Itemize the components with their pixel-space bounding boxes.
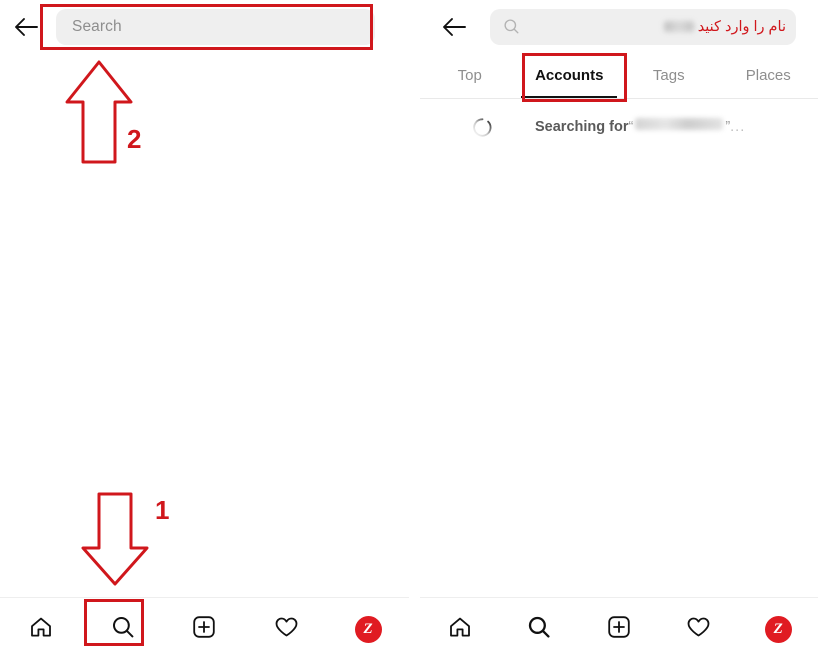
loading-spinner-icon bbox=[472, 117, 493, 138]
tab-top[interactable]: Top bbox=[420, 53, 520, 98]
searching-label: Searching for “ ” ... bbox=[535, 118, 746, 135]
annotation-number-1: 1 bbox=[155, 495, 170, 525]
avatar-initial: Z bbox=[773, 620, 783, 637]
heart-icon bbox=[685, 614, 712, 645]
search-placeholder-text: Search bbox=[72, 17, 122, 35]
nav-create[interactable] bbox=[593, 605, 645, 653]
right-screen: نام را وارد کنید Top Accounts Tags Place… bbox=[420, 0, 818, 660]
annotation-arrow-down bbox=[79, 490, 151, 593]
nav-profile[interactable]: Z bbox=[342, 605, 394, 653]
nav-home[interactable] bbox=[15, 605, 67, 653]
search-icon bbox=[526, 614, 552, 645]
nav-activity[interactable] bbox=[260, 605, 312, 653]
persian-instruction-text: نام را وارد کنید bbox=[697, 18, 786, 35]
redacted-query-text bbox=[635, 118, 724, 130]
heart-icon bbox=[273, 614, 300, 645]
plus-square-icon bbox=[191, 614, 217, 645]
avatar-z-icon: Z bbox=[764, 615, 792, 643]
nav-create[interactable] bbox=[178, 605, 230, 653]
nav-home[interactable] bbox=[434, 605, 486, 653]
left-top-bar: Search bbox=[0, 0, 409, 53]
tabs-divider bbox=[420, 98, 818, 99]
right-bottom-nav: Z bbox=[420, 597, 818, 660]
search-value-overlay: نام را وارد کنید bbox=[663, 18, 786, 35]
quote-open: “ bbox=[628, 119, 634, 135]
plus-square-icon bbox=[606, 614, 632, 645]
left-screen: Search Z 2 1 bbox=[0, 0, 409, 660]
annotation-number-2: 2 bbox=[127, 124, 142, 154]
searching-status-row: Searching for “ ” ... bbox=[420, 106, 818, 148]
home-icon bbox=[447, 614, 473, 645]
ellipsis: ... bbox=[730, 119, 746, 135]
search-icon bbox=[494, 18, 528, 35]
annotation-arrow-up bbox=[63, 58, 135, 171]
tab-places[interactable]: Places bbox=[719, 53, 818, 98]
right-top-bar: نام را وارد کنید bbox=[420, 0, 818, 53]
tab-accounts[interactable]: Accounts bbox=[520, 53, 620, 98]
search-input[interactable]: Search bbox=[56, 8, 375, 45]
searching-prefix: Searching for bbox=[535, 119, 629, 135]
nav-search[interactable] bbox=[97, 605, 149, 653]
arrow-left-icon bbox=[13, 16, 39, 38]
nav-profile[interactable]: Z bbox=[752, 605, 804, 653]
back-button[interactable] bbox=[432, 5, 476, 49]
redacted-query-chip bbox=[663, 21, 694, 32]
back-button[interactable] bbox=[4, 5, 48, 49]
nav-search[interactable] bbox=[513, 605, 565, 653]
nav-activity[interactable] bbox=[673, 605, 725, 653]
search-icon bbox=[110, 614, 136, 645]
tab-tags[interactable]: Tags bbox=[619, 53, 719, 98]
left-bottom-nav: Z bbox=[0, 597, 409, 660]
avatar-initial: Z bbox=[363, 620, 373, 637]
search-input[interactable]: نام را وارد کنید bbox=[490, 8, 796, 45]
search-result-tabs: Top Accounts Tags Places bbox=[420, 53, 818, 98]
home-icon bbox=[28, 614, 54, 645]
arrow-left-icon bbox=[441, 16, 467, 38]
avatar-z-icon: Z bbox=[354, 615, 382, 643]
